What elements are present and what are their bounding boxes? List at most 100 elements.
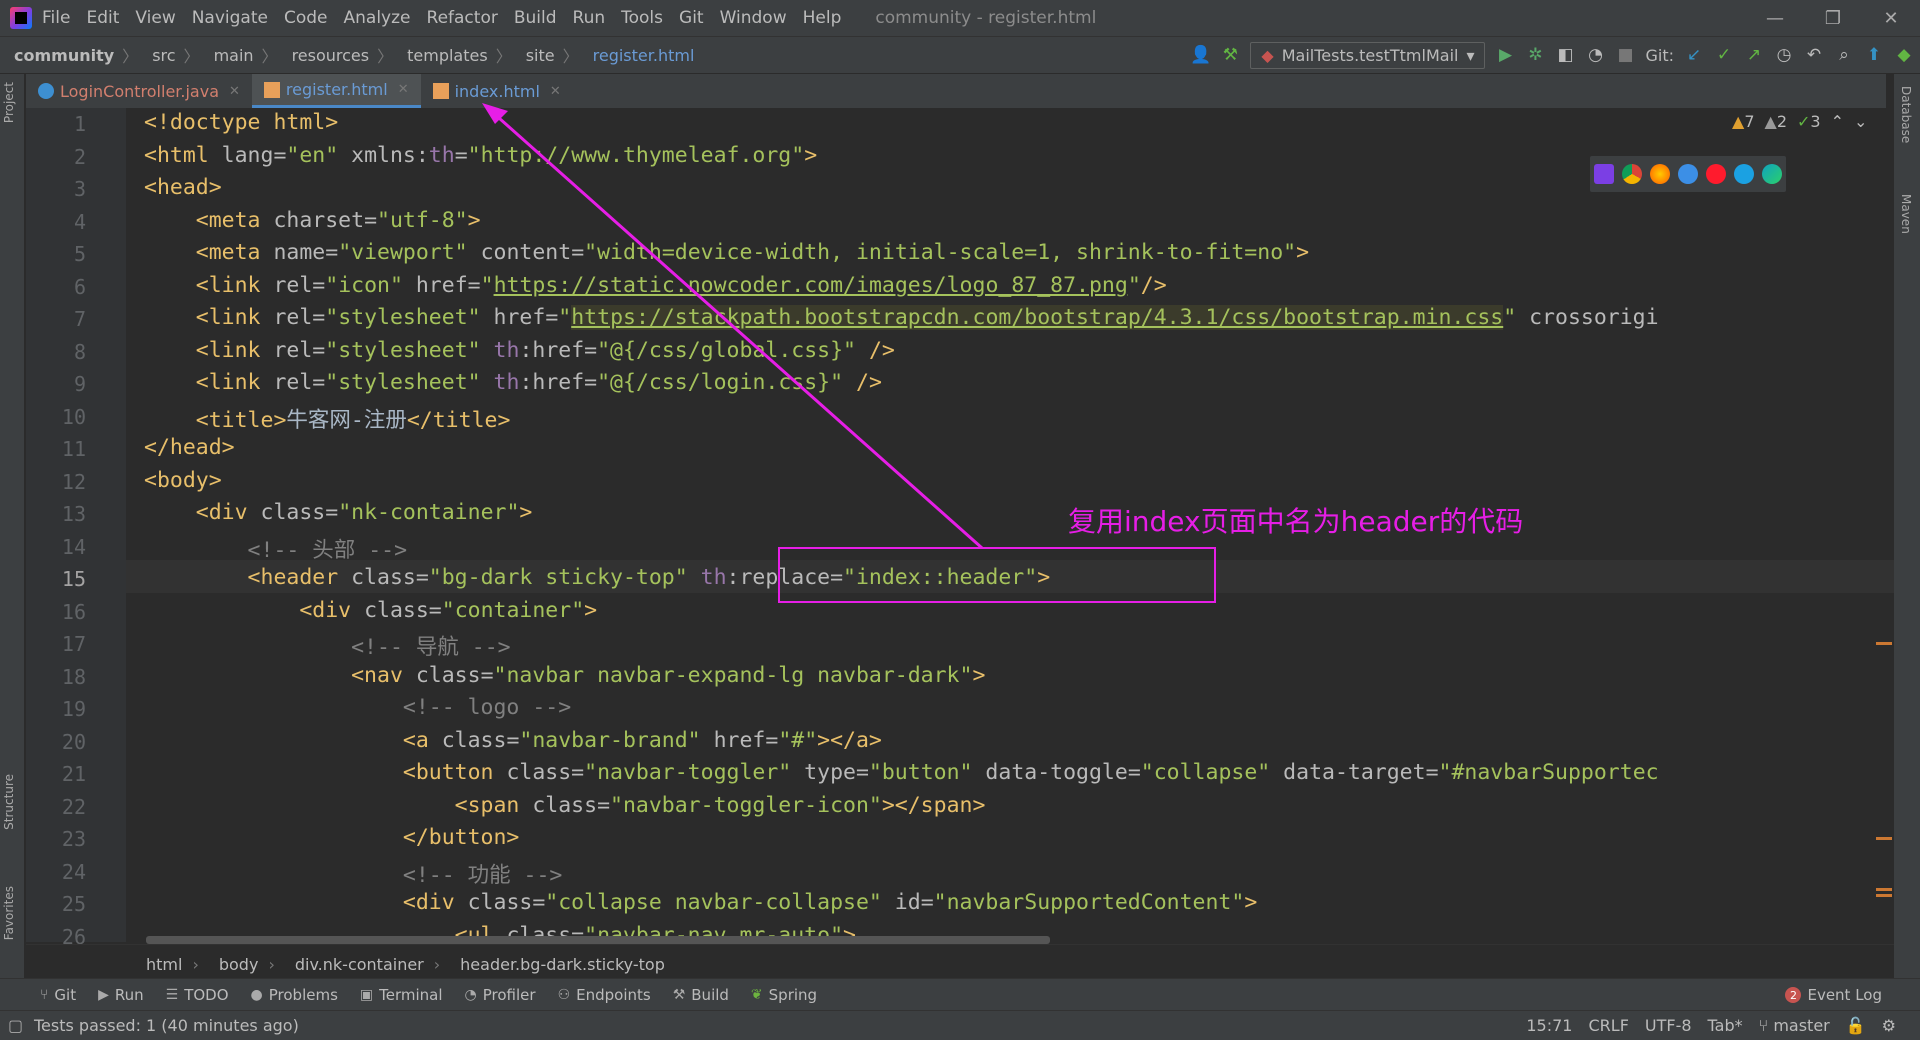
weak-warning-count[interactable]: ▲2 <box>1765 112 1788 131</box>
project-tool-window[interactable]: Project <box>2 82 16 123</box>
tool-terminal[interactable]: ▣ Terminal <box>360 986 443 1004</box>
tab-index-html[interactable]: index.html ✕ <box>421 74 573 108</box>
favorites-tool-window[interactable]: Favorites <box>2 886 16 940</box>
tool-git[interactable]: ⑂ Git <box>40 986 76 1004</box>
breadcrumb-resources[interactable]: resources <box>292 46 370 65</box>
chevron-up-icon[interactable]: ⌃ <box>1831 112 1844 131</box>
coverage-icon[interactable]: ◧ <box>1555 45 1575 65</box>
git-branch-icon: ⑂ <box>40 987 49 1003</box>
line-separator[interactable]: CRLF <box>1588 1016 1628 1035</box>
menu-help[interactable]: Help <box>803 8 842 28</box>
file-encoding[interactable]: UTF-8 <box>1645 1016 1692 1035</box>
user-icon[interactable]: 👤 <box>1190 45 1211 65</box>
menu-code[interactable]: Code <box>284 8 328 28</box>
tab-register-html[interactable]: register.html ✕ <box>251 74 421 108</box>
warning-count[interactable]: ▲7 <box>1732 112 1755 131</box>
git-update-icon[interactable]: ↙ <box>1684 45 1704 65</box>
maven-tool-window[interactable]: Maven <box>1899 194 1913 234</box>
tool-endpoints[interactable]: ⚇ Endpoints <box>558 986 651 1004</box>
menu-view[interactable]: View <box>135 8 175 28</box>
update-icon[interactable]: ⬆ <box>1864 45 1884 65</box>
scroll-marker <box>1876 888 1892 891</box>
event-count-badge: 2 <box>1785 987 1802 1003</box>
firefox-icon[interactable] <box>1650 164 1670 184</box>
structure-crumb-body[interactable]: body <box>219 955 259 974</box>
breadcrumb-src[interactable]: src <box>152 46 175 65</box>
hammer-build-icon[interactable]: ⚒ <box>1220 45 1240 65</box>
url-link[interactable]: https://static.nowcoder.com/images/logo_… <box>494 273 1128 298</box>
close-icon[interactable]: ✕ <box>398 82 409 97</box>
indent-setting[interactable]: Tab* <box>1708 1016 1743 1035</box>
typo-count[interactable]: ✓3 <box>1797 112 1821 131</box>
menu-refactor[interactable]: Refactor <box>427 8 498 28</box>
git-branch-widget[interactable]: ⑂ master <box>1759 1016 1830 1035</box>
git-push-icon[interactable]: ↗ <box>1744 45 1764 65</box>
menu-file[interactable]: File <box>42 8 70 28</box>
tab-login-controller[interactable]: LoginController.java ✕ <box>26 74 252 108</box>
menu-build[interactable]: Build <box>514 8 557 28</box>
minimize-icon[interactable]: — <box>1746 0 1804 36</box>
rollback-icon[interactable]: ↶ <box>1804 45 1824 65</box>
close-icon[interactable]: ✕ <box>229 84 240 99</box>
close-icon[interactable]: ✕ <box>550 84 561 99</box>
git-commit-icon[interactable]: ✓ <box>1714 45 1734 65</box>
structure-tool-window[interactable]: Structure <box>2 774 16 830</box>
structure-crumb-header[interactable]: header.bg-dark.sticky-top <box>460 955 665 974</box>
inspection-widget[interactable]: ▲7 ▲2 ✓3 ⌃ ⌄ <box>1732 112 1867 131</box>
breadcrumb-site[interactable]: site <box>526 46 555 65</box>
breadcrumb-separator-icon: 〉 <box>495 47 512 66</box>
breadcrumb-main[interactable]: main <box>214 46 254 65</box>
menu-git[interactable]: Git <box>679 8 704 28</box>
safari-icon[interactable] <box>1678 164 1698 184</box>
line-number: 13 <box>61 502 86 526</box>
opera-icon[interactable] <box>1706 164 1726 184</box>
edge-icon[interactable] <box>1762 164 1782 184</box>
tool-spring[interactable]: ❦ Spring <box>751 986 817 1004</box>
menu-run[interactable]: Run <box>573 8 606 28</box>
tool-profiler[interactable]: ◔ Profiler <box>465 986 536 1004</box>
tool-todo[interactable]: ☰ TODO <box>166 986 229 1004</box>
tool-problems[interactable]: ● Problems <box>251 986 338 1004</box>
menu-tools[interactable]: Tools <box>621 8 663 28</box>
tab-label: register.html <box>285 80 388 99</box>
horizontal-scrollbar[interactable] <box>146 936 1050 944</box>
code-editor[interactable]: <!doctype html> <html lang="en" xmlns:th… <box>126 108 1894 942</box>
tool-build[interactable]: ⚒ Build <box>673 986 729 1004</box>
intellij-browser-icon[interactable] <box>1594 164 1614 184</box>
breadcrumb-file[interactable]: register.html <box>593 46 695 65</box>
lock-icon[interactable]: 🔓 <box>1846 1016 1866 1035</box>
line-number: 11 <box>61 437 86 461</box>
code-line-9: <link rel="stylesheet" th:href="@{/css/l… <box>144 370 882 395</box>
restore-icon[interactable]: ❐ <box>1804 0 1862 36</box>
plugin-icon[interactable]: ◆ <box>1894 45 1914 65</box>
profile-icon[interactable]: ◔ <box>1585 45 1605 65</box>
history-icon[interactable]: ◷ <box>1774 45 1794 65</box>
database-tool-window[interactable]: Database <box>1899 86 1913 143</box>
event-log-button[interactable]: 2 Event Log <box>1785 986 1882 1004</box>
annotation-text: 复用index页面中名为header的代码 <box>1068 505 1524 538</box>
structure-crumb-div[interactable]: div.nk-container <box>295 955 424 974</box>
run-configuration-select[interactable]: ◆ MailTests.testTtmlMail ▾ <box>1250 41 1486 69</box>
chevron-down-icon[interactable]: ⌄ <box>1854 112 1867 131</box>
tool-windows-toggle-icon[interactable]: ▢ <box>8 1016 23 1035</box>
run-icon[interactable]: ▶ <box>1495 45 1515 65</box>
caret-position[interactable]: 15:71 <box>1526 1016 1572 1035</box>
stop-icon[interactable]: ■ <box>1615 45 1635 65</box>
status-message[interactable]: Tests passed: 1 (40 minutes ago) <box>34 1016 299 1035</box>
menu-edit[interactable]: Edit <box>86 8 119 28</box>
menu-analyze[interactable]: Analyze <box>344 8 411 28</box>
url-link[interactable]: https://stackpath.bootstrapcdn.com/boots… <box>571 305 1504 330</box>
structure-crumb-html[interactable]: html <box>146 955 182 974</box>
close-window-icon[interactable]: ✕ <box>1862 0 1920 36</box>
menu-navigate[interactable]: Navigate <box>192 8 268 28</box>
internet-explorer-icon[interactable] <box>1734 164 1754 184</box>
chrome-icon[interactable] <box>1622 164 1642 184</box>
inspector-icon[interactable]: ⚙ <box>1882 1016 1896 1035</box>
tool-run[interactable]: ▶ Run <box>98 986 144 1004</box>
debug-icon[interactable]: ✲ <box>1525 45 1545 65</box>
breadcrumb-templates[interactable]: templates <box>407 46 488 65</box>
breadcrumb-project[interactable]: community <box>14 46 114 65</box>
code-line-20: <a class="navbar-brand" href="#"></a> <box>144 727 882 753</box>
menu-window[interactable]: Window <box>720 8 787 28</box>
search-icon[interactable]: ⌕ <box>1834 45 1854 65</box>
